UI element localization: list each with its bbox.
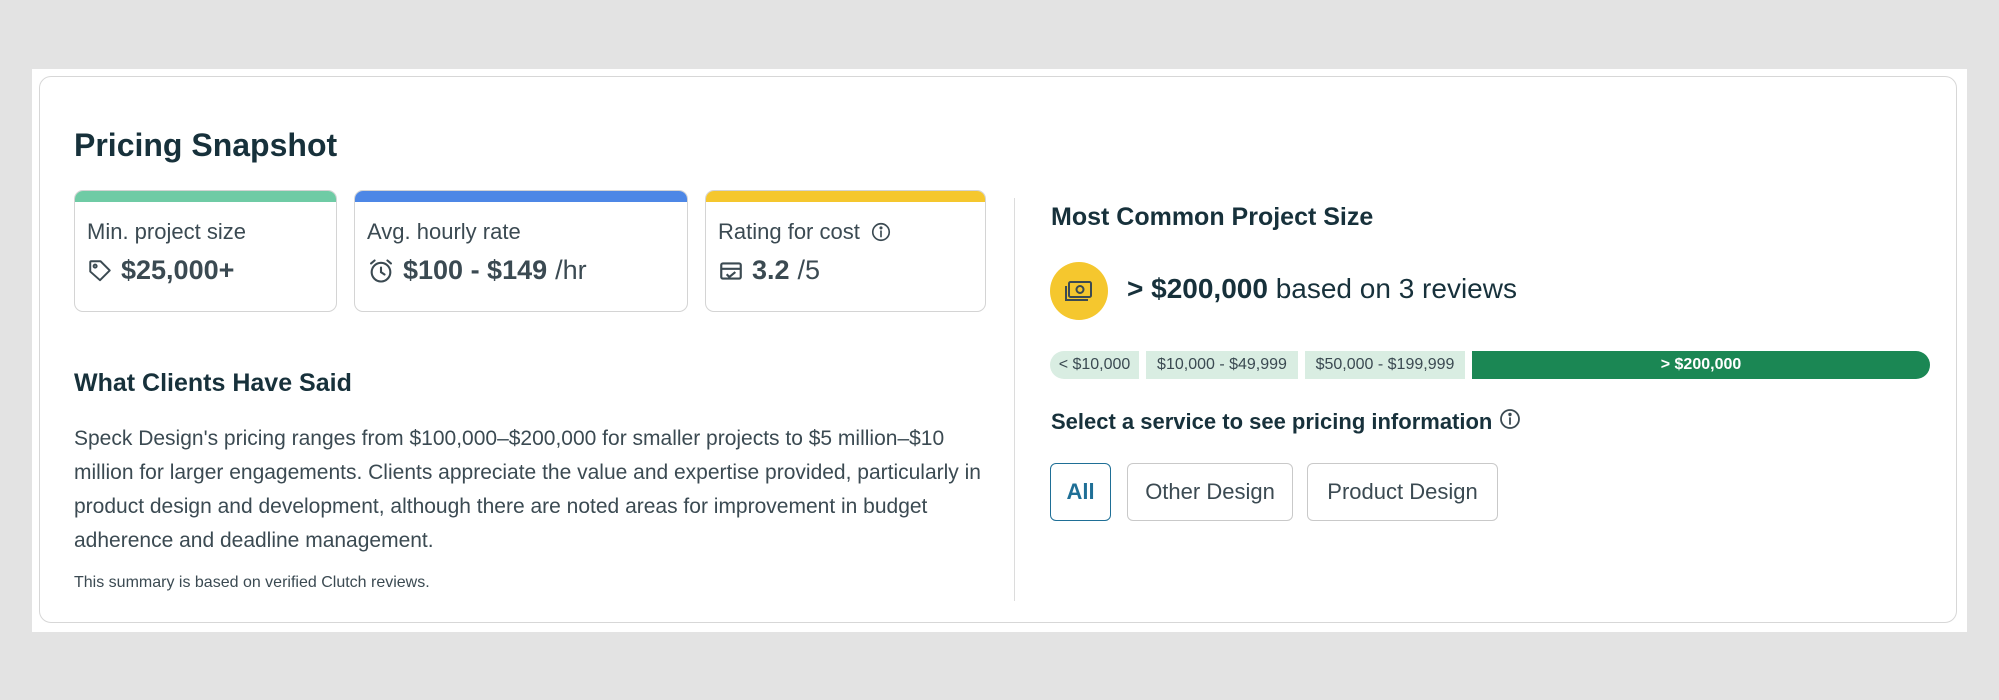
stat-label: Min. project size (87, 219, 246, 244)
avg-hourly-rate-card: Avg. hourly rate $100 - $149 /hr (354, 190, 688, 312)
stat-value-row: $100 - $149 /hr (367, 255, 587, 286)
section-divider (1014, 198, 1015, 601)
card-accent-bar (75, 191, 336, 202)
stat-suffix: /hr (555, 255, 587, 285)
stat-value-row: 3.2 /5 (718, 255, 820, 286)
common-size-heading: Most Common Project Size (1051, 203, 1374, 231)
service-filter-product-design[interactable]: Product Design (1307, 463, 1498, 521)
stat-suffix: /5 (797, 255, 821, 285)
stat-label: Rating for cost (718, 219, 860, 244)
page: Pricing Snapshot Min. project size $25,0… (32, 69, 1967, 632)
pricing-snapshot-card: Pricing Snapshot Min. project size $25,0… (39, 76, 1957, 623)
clock-icon (367, 257, 395, 285)
common-size-text: > $200,000 based on 3 reviews (1127, 273, 1517, 305)
service-select-label-row: Select a service to see pricing informat… (1051, 407, 1522, 437)
info-icon[interactable] (1498, 407, 1522, 437)
tag-icon (87, 258, 113, 284)
stat-label: Avg. hourly rate (367, 219, 521, 244)
page-title: Pricing Snapshot (74, 127, 338, 163)
service-filter-all[interactable]: All (1050, 463, 1111, 521)
stat-value: $100 - $149 (403, 255, 548, 285)
summary-footnote: This summary is based on verified Clutch… (74, 574, 430, 591)
range-segment: $50,000 - $199,999 (1305, 351, 1465, 379)
rating-for-cost-card: Rating for cost 3.2 /5 (705, 190, 986, 312)
range-segment: < $10,000 (1050, 351, 1139, 379)
card-accent-bar (706, 191, 985, 202)
clients-summary: Speck Design's pricing ranges from $100,… (74, 427, 981, 552)
card-accent-bar (355, 191, 687, 202)
service-select-label: Select a service to see pricing informat… (1051, 409, 1493, 434)
info-icon[interactable] (870, 221, 892, 243)
range-segment: $10,000 - $49,999 (1146, 351, 1298, 379)
common-size-reviews: based on 3 reviews (1275, 273, 1517, 304)
service-filter-other-design[interactable]: Other Design (1127, 463, 1293, 521)
range-segment-active: > $200,000 (1472, 351, 1930, 379)
clients-heading: What Clients Have Said (74, 369, 352, 397)
min-project-size-card: Min. project size $25,000+ (74, 190, 337, 312)
stat-value-row: $25,000+ (87, 255, 234, 286)
common-size-value: > $200,000 (1127, 273, 1268, 304)
stat-value: $25,000+ (121, 255, 235, 285)
wallet-icon (718, 258, 744, 284)
stat-value: 3.2 (752, 255, 790, 285)
stat-label-row: Rating for cost (718, 219, 892, 245)
project-size-range-bar: < $10,000 $10,000 - $49,999 $50,000 - $1… (1050, 351, 1930, 379)
money-icon (1050, 262, 1108, 320)
